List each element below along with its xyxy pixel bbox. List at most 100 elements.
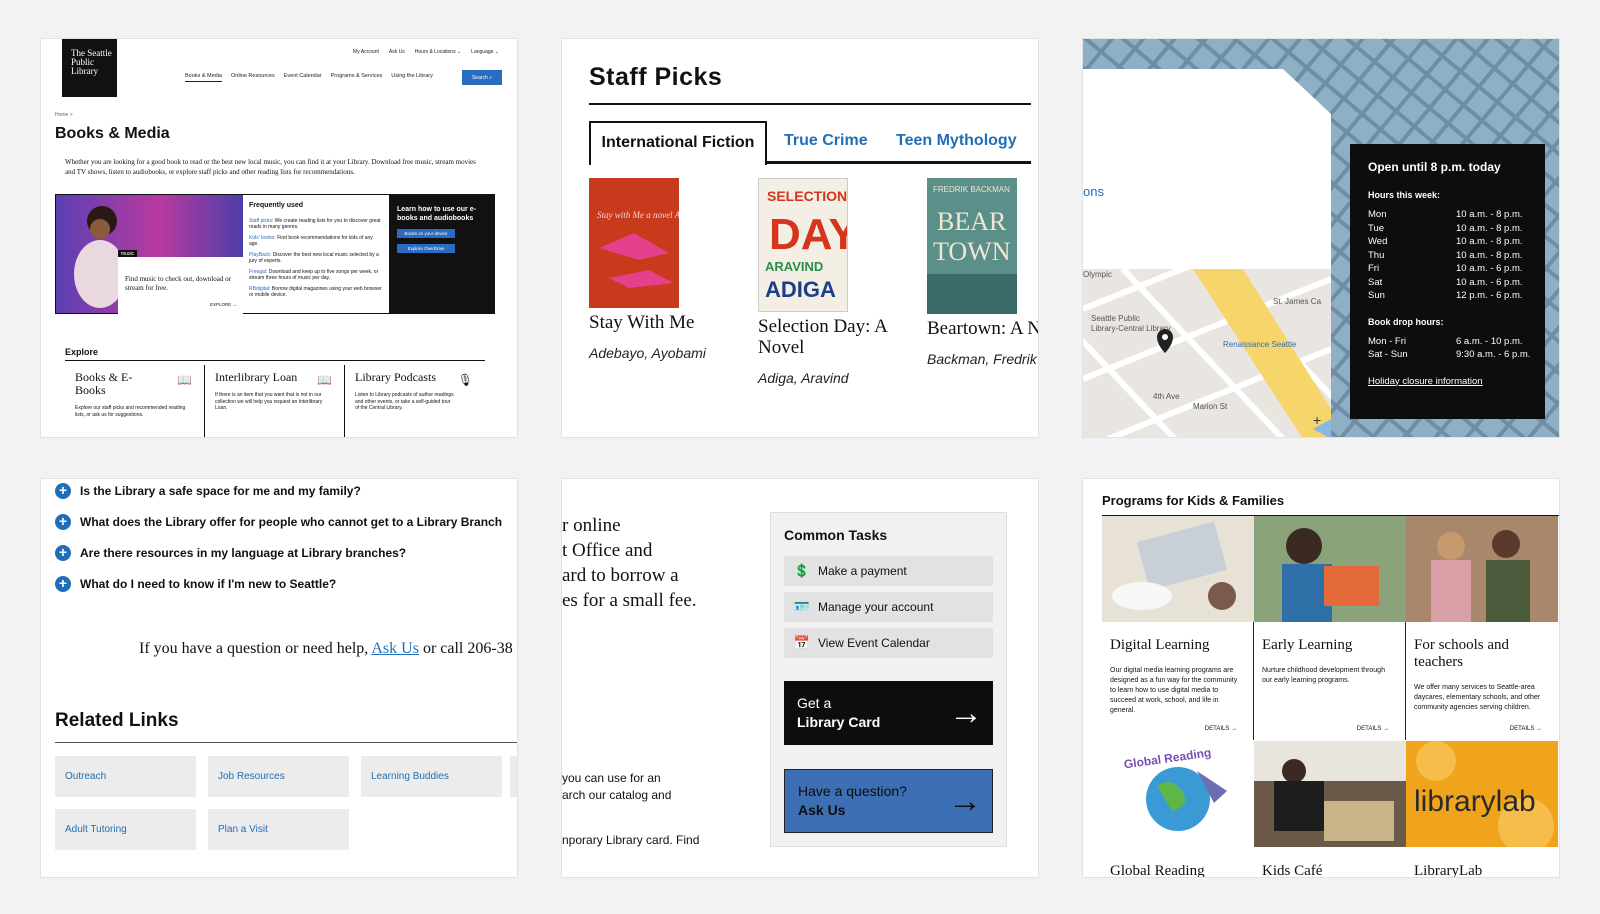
faq-item[interactable]: + What do I need to know if I'm new to Se…	[55, 576, 336, 592]
top-nav-ask-us[interactable]: Ask Us	[389, 49, 405, 55]
explore-card-podcasts[interactable]: Library Podcasts 🎙 Listen to Library pod…	[345, 365, 485, 437]
schools-teachers-image	[1406, 516, 1558, 622]
map[interactable]: Olympic Seattle Public Library-Central L…	[1083, 269, 1331, 438]
link-plan-visit[interactable]: Plan a Visit	[208, 809, 349, 850]
book-title[interactable]: Stay With Me	[589, 312, 739, 333]
breadcrumb[interactable]: Home >	[55, 112, 73, 118]
program-title[interactable]: Global Reading	[1110, 863, 1205, 877]
hours-row: Fri 10 a.m. - 6 p.m.	[1368, 262, 1545, 276]
link-learning-buddies[interactable]: Learning Buddies	[361, 756, 502, 797]
top-nav-language[interactable]: Language ⌄	[471, 49, 499, 55]
help-text: If you have a question or need help, Ask…	[139, 640, 513, 658]
day: Mon - Fri	[1368, 335, 1406, 347]
book-cover[interactable]: Stay with Me a novel Ayobami Adebayo	[589, 178, 679, 308]
librarylab-image[interactable]: librarylab	[1406, 741, 1558, 847]
cover-art: FREDRIK BACKMAN BEAR TOWN	[927, 178, 1017, 314]
explore-card-books[interactable]: Books & E-Books 📖 Explore our staff pick…	[65, 365, 205, 437]
open-status: Open until 8 p.m. today	[1368, 160, 1501, 174]
book-cover[interactable]: FREDRIK BACKMAN BEAR TOWN	[927, 178, 1017, 314]
book-author: Backman, Fredrik	[927, 351, 1037, 367]
manage-account-button[interactable]: 🪪 Manage your account	[784, 592, 993, 622]
ask-us-button[interactable]: Have a question? Ask Us →	[784, 769, 993, 833]
kids-cafe-image[interactable]	[1254, 741, 1406, 847]
text-fragment: nporary Library card. Find	[562, 833, 700, 847]
plus-icon: +	[55, 576, 71, 592]
time: 10 a.m. - 8 p.m.	[1456, 236, 1523, 247]
hours-box: Open until 8 p.m. today Hours this week:…	[1350, 144, 1545, 419]
ask-us-link[interactable]: Ask Us	[371, 640, 419, 657]
nav-books-media[interactable]: Books & Media	[185, 73, 222, 82]
text-fragment: arch our catalog and	[562, 788, 672, 802]
top-nav-my-account[interactable]: My Account	[353, 49, 379, 55]
nav-using-library[interactable]: Using the Library	[391, 73, 433, 82]
search-button[interactable]: Search ⌕	[462, 70, 502, 85]
explore-overdrive-button[interactable]: Explore OverDrive	[397, 244, 455, 253]
tab-true-crime[interactable]: True Crime	[784, 121, 868, 161]
nav-online-resources[interactable]: Online Resources	[231, 73, 275, 82]
frequently-used-list: Frequently used Staff picks: We create r…	[243, 195, 390, 313]
program-card[interactable]: Early Learning Nurture childhood develop…	[1254, 516, 1406, 740]
book-title[interactable]: Beartown: A Novel	[927, 318, 1038, 339]
divider	[55, 742, 517, 743]
books-on-device-button[interactable]: Books on your device	[397, 229, 455, 238]
program-title[interactable]: LibraryLab	[1414, 863, 1482, 877]
program-title[interactable]: Kids Café	[1262, 863, 1322, 877]
get-library-card-button[interactable]: Get a Library Card →	[784, 681, 993, 745]
program-desc: Nurture childhood development through ou…	[1262, 667, 1385, 684]
program-card[interactable]: For schools and teachers We offer many s…	[1406, 516, 1558, 740]
rbdigital-link[interactable]: RBdigital	[249, 286, 269, 292]
nav-programs-services[interactable]: Programs & Services	[331, 73, 383, 82]
svg-text:ADIGA: ADIGA	[765, 277, 836, 302]
map-label-renaissance: Renaissance Seattle	[1223, 340, 1297, 349]
make-payment-button[interactable]: 💲 Make a payment	[784, 556, 993, 586]
nav-event-calendar[interactable]: Event Calendar	[284, 73, 322, 82]
event-calendar-button[interactable]: 📅 View Event Calendar	[784, 628, 993, 658]
item-desc: : Borrow digital magazines using your we…	[249, 285, 382, 299]
faq-item[interactable]: + Are there resources in my language at L…	[55, 545, 406, 561]
faq-item[interactable]: + Is the Library a safe space for me and …	[55, 483, 361, 499]
link-job-resources[interactable]: Job Resources	[208, 756, 349, 797]
book-item[interactable]: FREDRIK BACKMAN BEAR TOWN Beartown: A No…	[927, 178, 1038, 367]
faq-item[interactable]: + What does the Library offer for people …	[55, 514, 502, 530]
book-item[interactable]: SELECTION DAY ARAVIND ADIGA Selection Da…	[758, 178, 908, 386]
hours-week-label: Hours this week:	[1368, 190, 1441, 200]
details-link[interactable]: DETAILS →	[1510, 726, 1542, 732]
zoom-in-button[interactable]: +	[1313, 412, 1321, 428]
task-label: View Event Calendar	[818, 636, 930, 650]
tab-underline	[767, 161, 1031, 164]
freegal-link[interactable]: Freegal	[249, 269, 266, 275]
staff-picks-panel: Staff Picks International Fiction True C…	[561, 38, 1039, 438]
holiday-closure-link[interactable]: Holiday closure information	[1368, 376, 1545, 387]
card-desc: Explore our staff picks and recommended …	[75, 405, 186, 418]
drop-row: Mon - Fri 6 a.m. - 10 p.m.	[1368, 335, 1545, 349]
card-title: Interlibrary Loan	[215, 370, 298, 384]
link-outreach[interactable]: Outreach	[55, 756, 196, 797]
details-link[interactable]: DETAILS →	[1205, 726, 1237, 732]
program-card[interactable]: Digital Learning Our digital media learn…	[1102, 516, 1254, 740]
day: Sat	[1368, 276, 1383, 288]
tab-international-fiction[interactable]: International Fiction	[589, 121, 767, 165]
link-cut-off[interactable]	[510, 756, 517, 797]
list-item: Staff picks: We create reading lists for…	[249, 218, 383, 231]
book-title[interactable]: Selection Day: A Novel	[758, 316, 908, 358]
explore-link[interactable]: EXPLORE →	[210, 302, 237, 307]
explore-card-interlibrary[interactable]: Interlibrary Loan 📖 If there is an item …	[205, 365, 345, 437]
staff-picks-link[interactable]: Staff picks	[249, 218, 272, 224]
book-item[interactable]: Stay with Me a novel Ayobami Adebayo Sta…	[589, 178, 739, 361]
details-link[interactable]: DETAILS →	[1357, 726, 1389, 732]
kids-books-link[interactable]: Kids' books	[249, 235, 274, 241]
playback-link[interactable]: PlayBack	[249, 252, 270, 258]
tab-teen-mythology[interactable]: Teen Mythology	[896, 121, 1017, 161]
frequently-used-title: Frequently used	[249, 202, 304, 209]
book-author: Adebayo, Ayobami	[589, 345, 706, 361]
list-item: RBdigital: Borrow digital magazines usin…	[249, 286, 383, 299]
book-cover[interactable]: SELECTION DAY ARAVIND ADIGA	[758, 178, 848, 312]
cut-off-link[interactable]: ons	[1083, 184, 1104, 199]
global-reading-image[interactable]: Global Reading	[1102, 741, 1254, 847]
library-logo[interactable]: The Seattle Public Library	[62, 39, 117, 97]
time: 10 a.m. - 8 p.m.	[1456, 209, 1523, 220]
top-nav-hours[interactable]: Hours & Locations ⌄	[415, 49, 461, 55]
music-hero-image[interactable]: music Find music to check out, download …	[56, 195, 243, 314]
link-adult-tutoring[interactable]: Adult Tutoring	[55, 809, 196, 850]
faq-question: Is the Library a safe space for me and m…	[80, 484, 361, 498]
